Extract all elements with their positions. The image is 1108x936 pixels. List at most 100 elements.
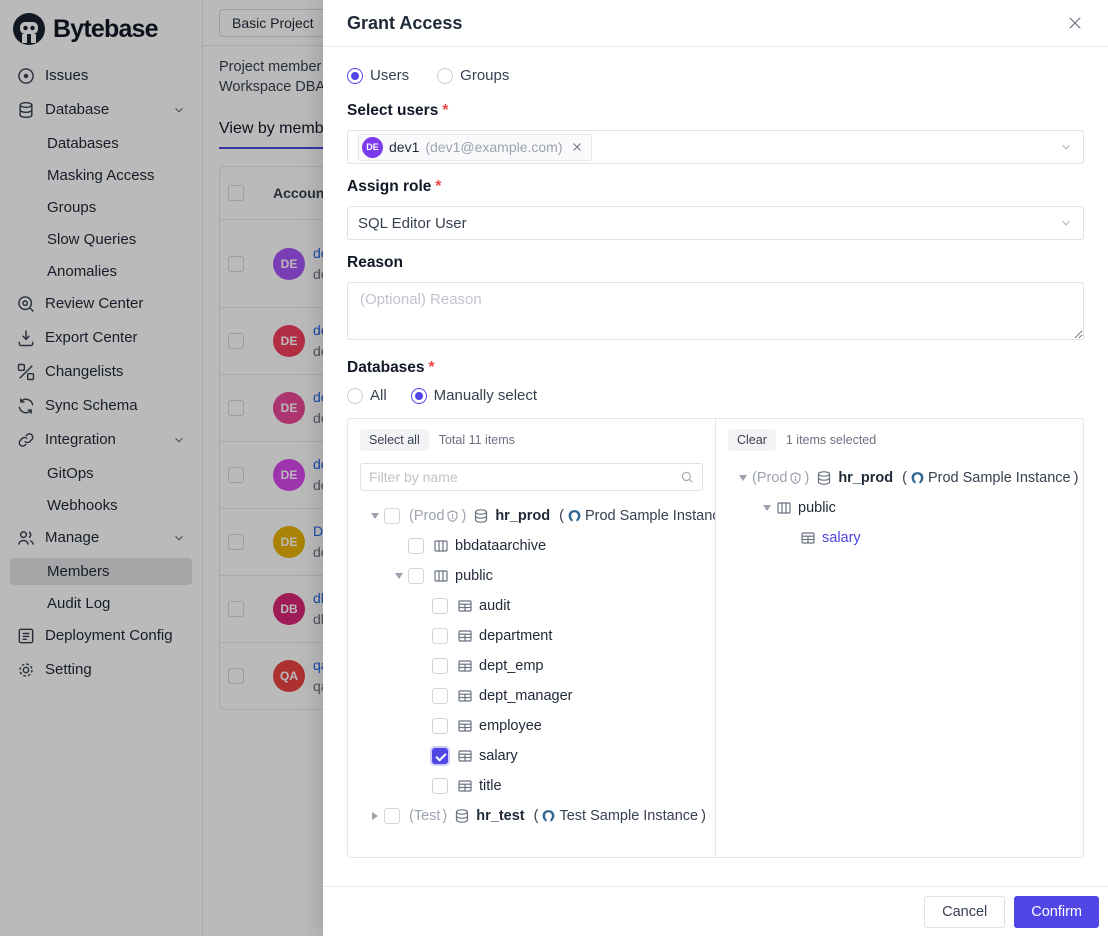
source-tree: (Prod ) hr_prod ( Prod Sample Instance) … [360, 501, 703, 831]
table-icon [457, 778, 473, 794]
node-checkbox[interactable] [432, 658, 448, 674]
select-users-input[interactable]: DE dev1 (dev1@example.com) [347, 130, 1084, 164]
node-label: hr_test [476, 808, 524, 824]
expander-icon[interactable] [734, 475, 752, 481]
radio-manual-control[interactable] [411, 388, 427, 404]
remove-user-icon[interactable] [571, 141, 583, 153]
table-icon [457, 748, 473, 764]
picker-selected-pane: Clear 1 items selected (Prod ) hr_prod (… [716, 419, 1083, 857]
radio-manually-select[interactable]: Manually select [411, 387, 537, 404]
node-checkbox[interactable] [432, 748, 448, 764]
user-name: dev1 [389, 139, 419, 155]
selected-user-tag: DE dev1 (dev1@example.com) [358, 134, 592, 161]
clear-button[interactable]: Clear [728, 429, 776, 451]
node-label: hr_prod [495, 508, 550, 524]
tree-node-hr-prod[interactable]: (Prod ) hr_prod ( Prod Sample Instance) [360, 501, 703, 531]
radio-users[interactable]: Users [347, 67, 409, 84]
database-scope-radio-group: All Manually select [347, 387, 1084, 404]
table-icon [457, 688, 473, 704]
user-email: (dev1@example.com) [425, 139, 562, 155]
modal-footer: Cancel Confirm [323, 886, 1108, 936]
radio-manual-label: Manually select [434, 387, 537, 404]
radio-users-control[interactable] [347, 68, 363, 84]
expander-icon[interactable] [390, 573, 408, 579]
expander-icon[interactable] [366, 513, 384, 519]
node-checkbox[interactable] [384, 808, 400, 824]
radio-all-label: All [370, 387, 387, 404]
required-asterisk: * [442, 102, 448, 119]
radio-users-label: Users [370, 67, 409, 84]
node-checkbox[interactable] [432, 778, 448, 794]
reason-textarea[interactable] [347, 282, 1084, 340]
node-checkbox[interactable] [432, 598, 448, 614]
node-label: public [455, 568, 493, 584]
tree-node-dept-emp[interactable]: dept_emp [360, 651, 703, 681]
databases-label: Databases* [347, 359, 1084, 377]
expander-icon[interactable] [758, 505, 776, 511]
node-label: department [479, 628, 552, 644]
node-label: employee [479, 718, 542, 734]
tree-node-salary[interactable]: salary [360, 741, 703, 771]
schema-icon [433, 538, 449, 554]
tree-node-public[interactable]: public [360, 561, 703, 591]
shield-icon [446, 510, 459, 523]
node-label: dept_emp [479, 658, 544, 674]
database-picker: Select all Total 11 items (Prod ) [347, 418, 1084, 858]
shield-icon [789, 472, 802, 485]
node-label: dept_manager [479, 688, 573, 704]
confirm-button[interactable]: Confirm [1014, 896, 1099, 928]
instance-tag: ( Prod Sample Instance) [902, 470, 1078, 486]
modal-title: Grant Access [347, 13, 462, 34]
node-checkbox[interactable] [408, 568, 424, 584]
assign-role-select[interactable]: SQL Editor User [347, 206, 1084, 240]
chevron-down-icon [1059, 140, 1073, 154]
radio-all-databases[interactable]: All [347, 387, 387, 404]
node-checkbox[interactable] [384, 508, 400, 524]
node-checkbox[interactable] [408, 538, 424, 554]
source-pane-header: Select all Total 11 items [360, 429, 703, 451]
tree-node-employee[interactable]: employee [360, 711, 703, 741]
radio-groups-control[interactable] [437, 68, 453, 84]
close-icon[interactable] [1066, 14, 1084, 32]
instance-tag: ( Test Sample Instance) [534, 808, 706, 824]
tree-node-salary[interactable]: salary [728, 523, 1071, 553]
environment-tag: (Prod ) [409, 508, 466, 524]
reason-label: Reason [347, 254, 1084, 272]
radio-groups-label: Groups [460, 67, 509, 84]
tree-node-hr-test[interactable]: (Test ) hr_test ( Test Sample Instance) [360, 801, 703, 831]
table-icon [457, 598, 473, 614]
node-label: hr_prod [838, 470, 893, 486]
schema-icon [776, 500, 792, 516]
postgresql-icon [910, 471, 925, 486]
node-checkbox[interactable] [432, 628, 448, 644]
tree-node-audit[interactable]: audit [360, 591, 703, 621]
table-icon [457, 628, 473, 644]
tree-node-department[interactable]: department [360, 621, 703, 651]
selected-tree: (Prod ) hr_prod ( Prod Sample Instance) … [728, 463, 1071, 553]
filter-input[interactable] [369, 469, 680, 485]
radio-all-control[interactable] [347, 388, 363, 404]
postgresql-icon [541, 809, 556, 824]
tree-node-hr-prod[interactable]: (Prod ) hr_prod ( Prod Sample Instance) [728, 463, 1071, 493]
modal-header: Grant Access [323, 0, 1108, 47]
table-icon [457, 658, 473, 674]
instance-tag: ( Prod Sample Instance) [559, 508, 716, 524]
environment-tag: (Test ) [409, 808, 447, 824]
selected-pane-header: Clear 1 items selected [728, 429, 1071, 451]
tree-node-title[interactable]: title [360, 771, 703, 801]
select-all-button[interactable]: Select all [360, 429, 429, 451]
expander-icon[interactable] [366, 812, 384, 820]
node-checkbox[interactable] [432, 718, 448, 734]
node-label: bbdataarchive [455, 538, 546, 554]
radio-groups[interactable]: Groups [437, 67, 509, 84]
node-label: public [798, 500, 836, 516]
search-icon [680, 470, 694, 484]
tree-node-public[interactable]: public [728, 493, 1071, 523]
tree-node-bbdataarchive[interactable]: bbdataarchive [360, 531, 703, 561]
node-checkbox[interactable] [432, 688, 448, 704]
picker-source-pane: Select all Total 11 items (Prod ) [348, 419, 716, 857]
tree-node-dept-manager[interactable]: dept_manager [360, 681, 703, 711]
assign-role-label: Assign role* [347, 178, 1084, 196]
cancel-button[interactable]: Cancel [924, 896, 1005, 928]
selected-count-text: 1 items selected [786, 433, 876, 447]
